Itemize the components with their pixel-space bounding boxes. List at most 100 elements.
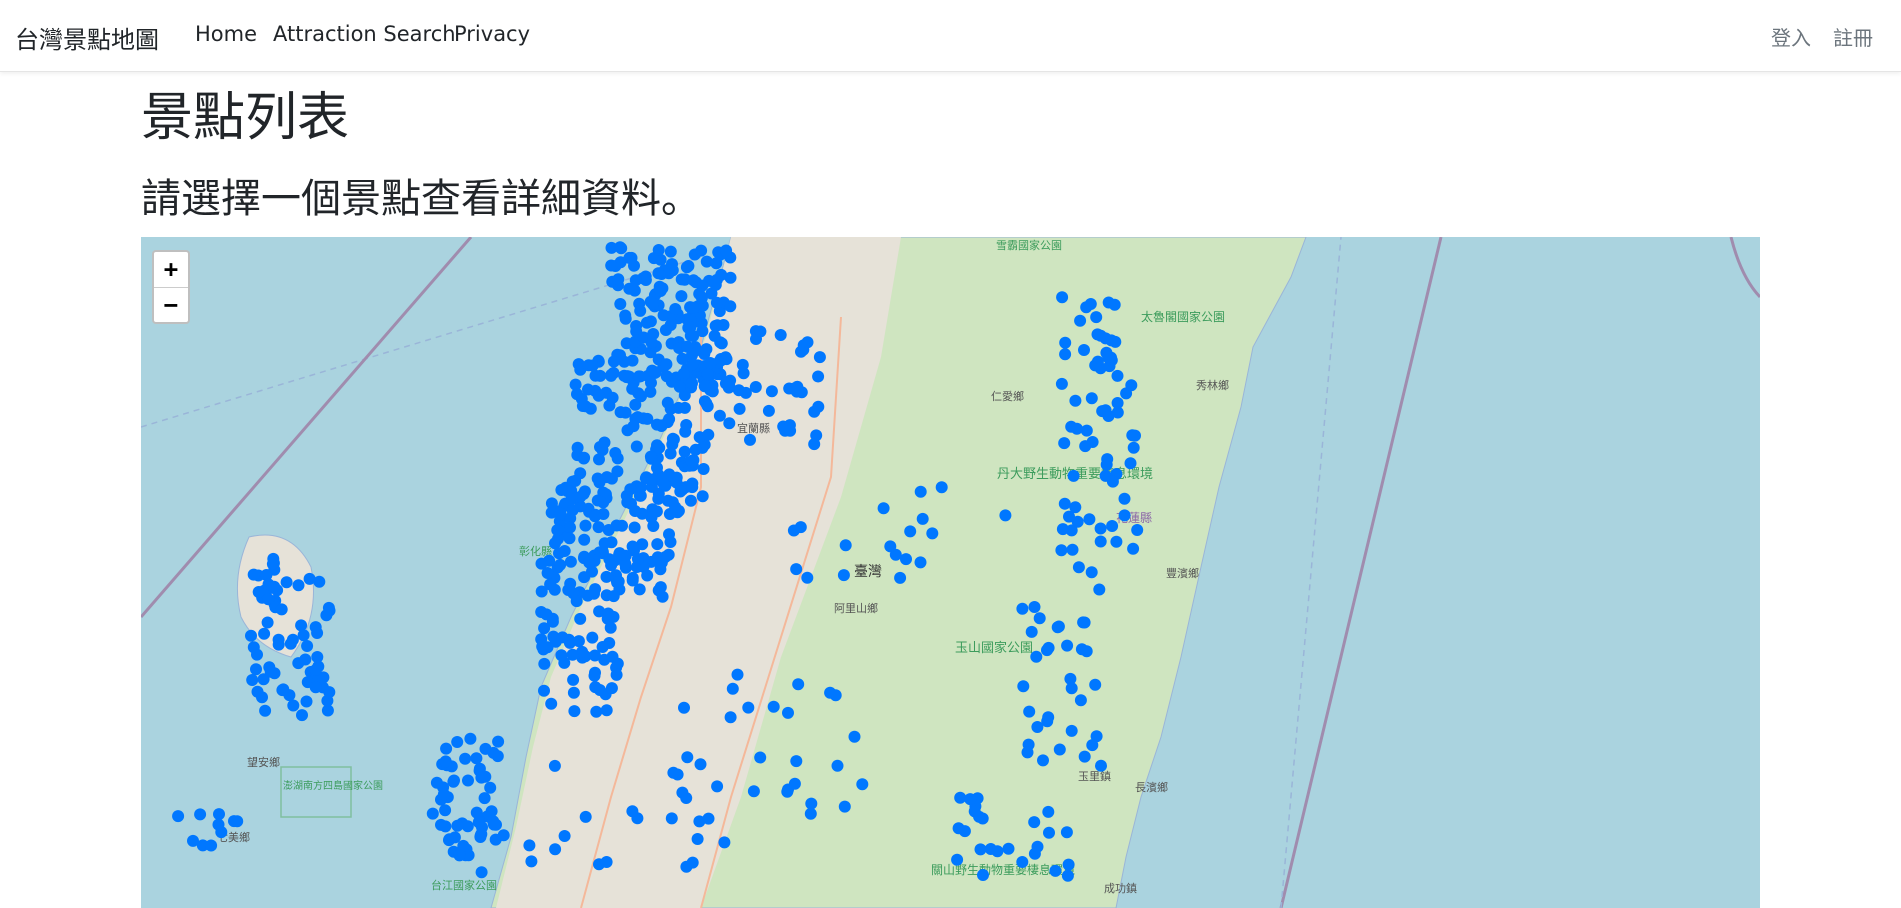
attraction-marker[interactable] <box>640 316 653 329</box>
attraction-marker[interactable] <box>1086 739 1099 752</box>
attraction-marker[interactable] <box>1106 520 1119 532</box>
attraction-marker[interactable] <box>593 476 606 489</box>
attraction-marker[interactable] <box>695 244 708 257</box>
attraction-marker[interactable] <box>1085 392 1098 405</box>
attraction-marker[interactable] <box>252 586 265 598</box>
attraction-marker[interactable] <box>698 380 711 393</box>
attraction-marker[interactable] <box>538 684 550 697</box>
attraction-marker[interactable] <box>604 621 617 634</box>
attraction-marker[interactable] <box>1041 644 1053 657</box>
attraction-marker[interactable] <box>633 583 646 596</box>
attraction-marker[interactable] <box>577 452 590 465</box>
attraction-marker[interactable] <box>1071 515 1084 528</box>
attraction-marker[interactable] <box>292 579 305 592</box>
attraction-marker[interactable] <box>691 833 704 845</box>
brand-link[interactable]: 台灣景點地圖 <box>15 20 159 55</box>
attraction-marker[interactable] <box>1056 523 1069 536</box>
attraction-marker[interactable] <box>205 839 218 852</box>
attraction-marker[interactable] <box>733 402 746 415</box>
attraction-marker[interactable] <box>299 653 312 666</box>
attraction-marker[interactable] <box>812 370 825 383</box>
attraction-marker[interactable] <box>808 438 821 451</box>
attraction-marker[interactable] <box>538 622 551 635</box>
attraction-marker[interactable] <box>1062 858 1075 871</box>
attraction-marker[interactable] <box>1061 639 1074 652</box>
attraction-marker[interactable] <box>673 380 686 393</box>
attraction-marker[interactable] <box>262 578 275 591</box>
attraction-marker[interactable] <box>451 819 464 832</box>
attraction-marker[interactable] <box>549 843 562 856</box>
attraction-marker[interactable] <box>600 856 613 868</box>
attraction-marker[interactable] <box>1056 291 1069 304</box>
zoom-out-button[interactable]: − <box>154 288 188 323</box>
attraction-marker[interactable] <box>831 759 844 772</box>
attraction-marker[interactable] <box>731 668 744 681</box>
attraction-marker[interactable] <box>602 524 615 536</box>
attraction-marker[interactable] <box>545 497 558 510</box>
attraction-marker[interactable] <box>675 273 688 286</box>
attraction-marker[interactable] <box>610 668 623 681</box>
attraction-marker[interactable] <box>247 568 260 581</box>
attraction-marker[interactable] <box>479 742 492 755</box>
attraction-marker[interactable] <box>904 525 917 538</box>
attraction-marker[interactable] <box>747 785 760 798</box>
attraction-marker[interactable] <box>261 616 274 629</box>
attraction-marker[interactable] <box>525 855 538 868</box>
attraction-marker[interactable] <box>497 829 510 842</box>
attraction-marker[interactable] <box>581 589 594 602</box>
attraction-marker[interactable] <box>1118 509 1131 522</box>
attraction-marker[interactable] <box>566 648 579 661</box>
attraction-marker[interactable] <box>660 370 673 383</box>
attraction-marker[interactable] <box>592 389 605 402</box>
attraction-marker[interactable] <box>754 751 767 764</box>
attraction-marker[interactable] <box>568 705 581 718</box>
attraction-marker[interactable] <box>564 555 577 568</box>
attraction-marker[interactable] <box>1102 351 1115 364</box>
attraction-marker[interactable] <box>704 357 717 369</box>
attraction-marker[interactable] <box>675 290 688 303</box>
attraction-marker[interactable] <box>1058 437 1071 450</box>
attraction-marker[interactable] <box>439 804 452 817</box>
attraction-marker[interactable] <box>1077 616 1090 629</box>
attraction-marker[interactable] <box>1106 475 1119 488</box>
attraction-marker[interactable] <box>564 521 576 534</box>
attraction-marker[interactable] <box>787 524 800 537</box>
attraction-marker[interactable] <box>259 704 272 717</box>
attraction-marker[interactable] <box>1090 311 1103 324</box>
attraction-marker[interactable] <box>651 418 663 431</box>
attraction-marker[interactable] <box>296 709 308 722</box>
attraction-marker[interactable] <box>679 425 692 438</box>
attraction-marker[interactable] <box>1124 457 1137 470</box>
attraction-marker[interactable] <box>726 682 739 695</box>
attraction-marker[interactable] <box>555 484 568 496</box>
attraction-marker[interactable] <box>1033 612 1046 625</box>
attraction-marker[interactable] <box>1072 561 1085 574</box>
attraction-marker[interactable] <box>1094 522 1107 535</box>
attraction-marker[interactable] <box>627 420 640 433</box>
attraction-marker[interactable] <box>1059 336 1072 349</box>
attraction-marker[interactable] <box>1055 544 1068 557</box>
attraction-marker[interactable] <box>1118 492 1131 505</box>
attraction-marker[interactable] <box>651 461 663 474</box>
attraction-marker[interactable] <box>824 686 837 699</box>
zoom-in-button[interactable]: + <box>154 252 188 288</box>
nav-attraction-search[interactable]: Attraction Search <box>273 22 456 46</box>
attraction-marker[interactable] <box>605 559 618 572</box>
attraction-marker[interactable] <box>669 501 682 514</box>
attraction-marker[interactable] <box>569 474 582 487</box>
attraction-marker[interactable] <box>453 849 466 862</box>
attraction-marker[interactable] <box>323 686 336 699</box>
attraction-marker[interactable] <box>1129 429 1141 442</box>
attraction-marker[interactable] <box>430 776 443 789</box>
attraction-marker[interactable] <box>1105 334 1118 347</box>
attraction-marker[interactable] <box>1049 864 1062 877</box>
attraction-marker[interactable] <box>682 260 695 272</box>
attraction-marker[interactable] <box>309 621 322 634</box>
attraction-marker[interactable] <box>301 640 314 652</box>
attraction-marker[interactable] <box>629 274 642 287</box>
attraction-marker[interactable] <box>666 258 678 271</box>
attraction-marker[interactable] <box>626 540 639 553</box>
attraction-marker[interactable] <box>1021 746 1034 759</box>
attraction-marker[interactable] <box>545 697 558 710</box>
attraction-marker[interactable] <box>628 284 641 297</box>
